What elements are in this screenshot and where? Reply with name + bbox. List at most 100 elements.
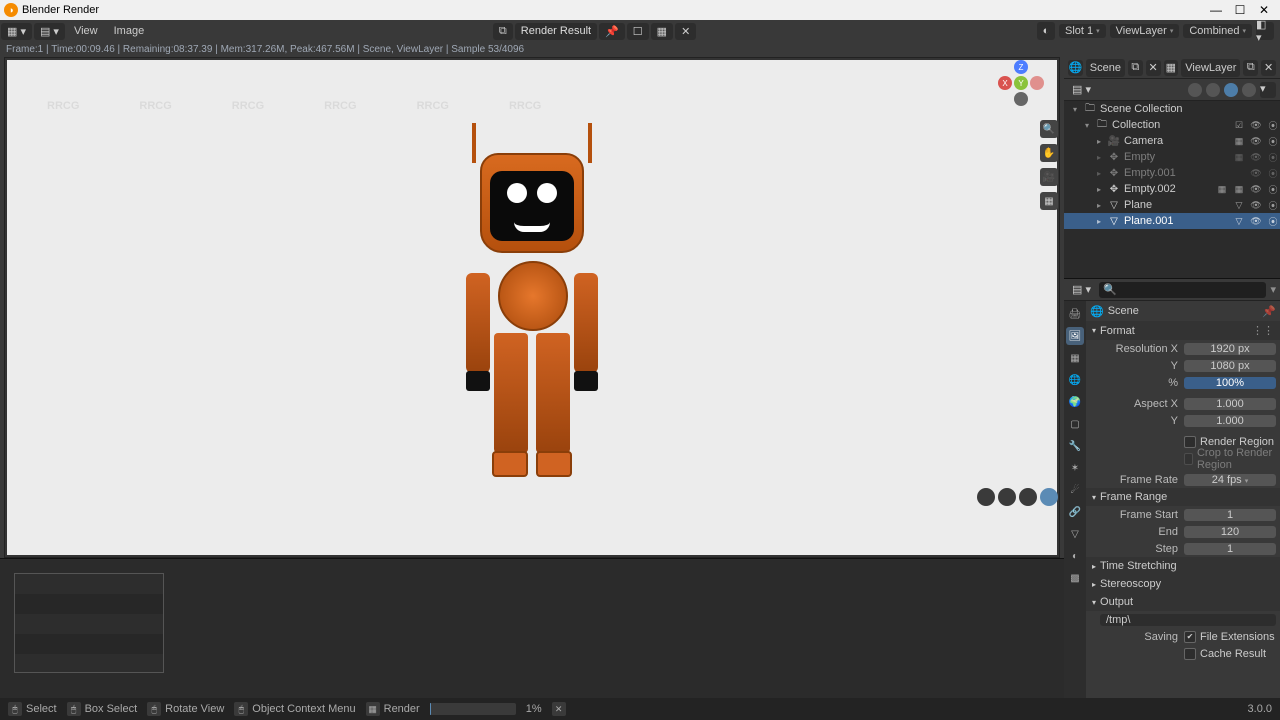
render-percent: 1%	[526, 703, 542, 715]
scene-name-field[interactable]: Scene	[1086, 59, 1125, 77]
navigation-gizmo[interactable]: ZYX	[998, 60, 1044, 106]
new-scene-button[interactable]: ⧉	[1128, 60, 1143, 76]
stereo-icon[interactable]: ◐	[1037, 22, 1055, 40]
shading-rendered-button[interactable]	[1242, 83, 1256, 97]
resolution-x-field[interactable]: 1920 px	[1184, 343, 1276, 355]
outliner-scene-collection[interactable]: ▾🗀Scene Collection	[1064, 101, 1280, 117]
cache-result-checkbox[interactable]: Cache Result	[1184, 648, 1276, 660]
shading-wireframe-button[interactable]	[1188, 83, 1202, 97]
render-image: RRCGRRCGRRCGRRCGRRCGRRCG	[7, 60, 1057, 555]
frame-start-field[interactable]: 1	[1184, 509, 1276, 521]
delete-scene-button[interactable]: ✕	[1146, 60, 1161, 76]
proptab-data[interactable]: ▽	[1066, 525, 1084, 543]
outliner-item-camera[interactable]: ▸🎥Camera ▦👁⦿	[1064, 133, 1280, 149]
proptab-constraints[interactable]: 🔗	[1066, 503, 1084, 521]
props-options[interactable]: ▾	[1270, 283, 1276, 296]
panel-format[interactable]: ▾Format⋮⋮	[1086, 321, 1280, 340]
browse-image-button[interactable]: ⧉	[493, 23, 513, 40]
outliner-item-empty002[interactable]: ▸✥Empty.002 ▦▦👁⦿	[1064, 181, 1280, 197]
shading-solid-button[interactable]	[1206, 83, 1220, 97]
pan-icon[interactable]: ✋	[1040, 144, 1058, 162]
outliner-item-empty001[interactable]: ▸✥Empty.001 👁⦿	[1064, 165, 1280, 181]
proptab-scene[interactable]: 🌐	[1066, 371, 1084, 389]
proptab-world[interactable]: 🌍	[1066, 393, 1084, 411]
editor-type-dropdown[interactable]: ▦ ▾	[1, 23, 32, 40]
proptab-material[interactable]: ◐	[1066, 547, 1084, 565]
proptab-render[interactable]: 🖨	[1066, 305, 1084, 323]
proptab-texture[interactable]: ▩	[1066, 569, 1084, 587]
shading-options-button[interactable]: ▾	[1260, 82, 1276, 98]
frame-step-field[interactable]: 1	[1184, 543, 1276, 555]
frame-end-field[interactable]: 120	[1184, 526, 1276, 538]
new-image-button[interactable]: ▦	[651, 23, 673, 40]
outliner[interactable]: ▾🗀Scene Collection ▾🗀Collection ☑👁⦿ ▸🎥Ca…	[1064, 101, 1280, 279]
outliner-item-empty[interactable]: ▸✥Empty ▦👁⦿	[1064, 149, 1280, 165]
close-button[interactable]: ✕	[1252, 3, 1276, 17]
panel-output[interactable]: ▾Output	[1086, 593, 1280, 611]
viewlayer-name-field[interactable]: ViewLayer	[1181, 59, 1240, 77]
zoom-icon[interactable]: 🔍	[1040, 120, 1058, 138]
scene-browse-button[interactable]: 🌐	[1068, 60, 1083, 76]
shading-material-button[interactable]	[1224, 83, 1238, 97]
render-pass-dropdown[interactable]: Combined▾	[1183, 24, 1252, 38]
proptab-viewlayer[interactable]: ▦	[1066, 349, 1084, 367]
menu-view[interactable]: View	[66, 23, 106, 39]
props-editor-dropdown[interactable]: ▤ ▾	[1068, 282, 1095, 297]
render-progress	[430, 703, 516, 715]
scene-crumb: Scene	[1108, 305, 1139, 317]
perspective-icon[interactable]: ▦	[1040, 192, 1058, 210]
window-title: Blender Render	[22, 4, 99, 16]
aspect-y-field[interactable]: 1.000	[1184, 415, 1276, 427]
render-viewport[interactable]: RRCGRRCGRRCGRRCGRRCGRRCG	[4, 57, 1060, 558]
outliner-item-plane[interactable]: ▸▽Plane ▽👁⦿	[1064, 197, 1280, 213]
overlay-toggle[interactable]	[977, 488, 995, 506]
camera-view-icon[interactable]: 🎥	[1040, 168, 1058, 186]
area-options[interactable]: ▤ ▾	[34, 23, 65, 40]
proptab-physics[interactable]: ☄	[1066, 481, 1084, 499]
proptab-particles[interactable]: ✶	[1066, 459, 1084, 477]
frame-rate-dropdown[interactable]: 24 fps ▾	[1184, 474, 1276, 486]
properties-tab-column: 🖨 🖼 ▦ 🌐 🌍 ▢ 🔧 ✶ ☄ 🔗 ▽ ◐ ▩	[1064, 301, 1086, 698]
resolution-y-field[interactable]: 1080 px	[1184, 360, 1276, 372]
props-search[interactable]: 🔍	[1099, 282, 1266, 298]
pin-button[interactable]: 📌	[599, 23, 625, 40]
outliner-editor-dropdown[interactable]: ▤ ▾	[1068, 82, 1095, 97]
gizmo-toggle[interactable]	[998, 488, 1016, 506]
resolution-percent-field[interactable]: 100%	[1184, 377, 1276, 389]
proptab-object[interactable]: ▢	[1066, 415, 1084, 433]
pin-icon[interactable]: 📌	[1262, 305, 1276, 318]
render-slot-dropdown[interactable]: Slot 1▾	[1059, 24, 1106, 38]
new-viewlayer-button[interactable]: ⧉	[1243, 60, 1258, 76]
camera-preview-thumbnail	[14, 573, 164, 673]
panel-frame-range[interactable]: ▾Frame Range	[1086, 488, 1280, 506]
output-path-field[interactable]: /tmp\	[1100, 614, 1276, 626]
proptab-output[interactable]: 🖼	[1066, 327, 1084, 345]
outliner-collection[interactable]: ▾🗀Collection ☑👁⦿	[1064, 117, 1280, 133]
menu-image[interactable]: Image	[106, 23, 153, 39]
delete-viewlayer-button[interactable]: ✕	[1261, 60, 1276, 76]
minimize-button[interactable]: —	[1204, 3, 1228, 17]
color-channels-dropdown[interactable]: ◧ ▾	[1256, 22, 1274, 40]
statusbar-rotate: 🖱Rotate View	[147, 702, 224, 716]
statusbar-select: 🖱Select	[8, 702, 57, 716]
proptab-modifiers[interactable]: 🔧	[1066, 437, 1084, 455]
xray-toggle[interactable]	[1019, 488, 1037, 506]
aspect-x-field[interactable]: 1.000	[1184, 398, 1276, 410]
panel-stereoscopy[interactable]: ▸Stereoscopy	[1086, 575, 1280, 593]
blender-version: 3.0.0	[1248, 703, 1272, 715]
panel-time-stretching[interactable]: ▸Time Stretching	[1086, 557, 1280, 575]
cancel-render-button[interactable]: ✕	[552, 702, 566, 716]
scene-icon: 🌐	[1090, 305, 1104, 318]
crop-region-checkbox[interactable]: Crop to Render Region	[1184, 447, 1276, 471]
maximize-button[interactable]: ☐	[1228, 3, 1252, 17]
file-extensions-checkbox[interactable]: ✔File Extensions	[1184, 631, 1276, 643]
shading-circle[interactable]	[1040, 488, 1058, 506]
render-status-text: Frame:1 | Time:00:09.46 | Remaining:08:3…	[0, 42, 1280, 57]
viewlayer-dropdown[interactable]: ViewLayer▾	[1110, 24, 1180, 38]
render-result-tab[interactable]: Render Result	[515, 23, 597, 40]
viewlayer-browse-button[interactable]: ▦	[1164, 60, 1179, 76]
fake-user-button[interactable]: ☐	[627, 23, 649, 40]
outliner-item-plane001[interactable]: ▸▽Plane.001 ▽👁⦿	[1064, 213, 1280, 229]
unlink-image-button[interactable]: ✕	[675, 23, 696, 40]
blender-icon: ◑	[4, 3, 18, 17]
